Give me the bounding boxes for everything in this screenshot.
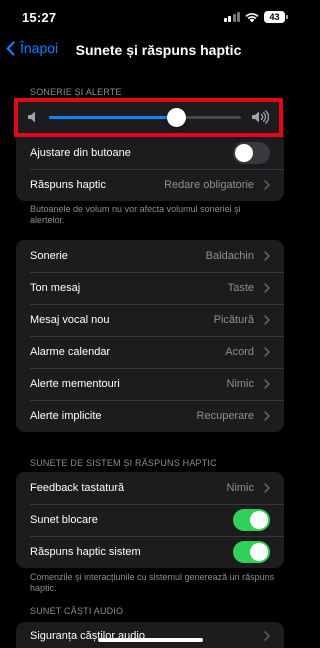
chevron-right-icon <box>260 315 274 325</box>
row-value: Picătură <box>213 314 254 326</box>
toggle-knob <box>250 511 268 529</box>
row-label: Ajustare din butoane <box>30 147 131 159</box>
row-label: Mesaj vocal nou <box>30 314 110 326</box>
chevron-right-icon <box>260 483 274 493</box>
row-system-haptics[interactable]: Răspuns haptic sistem <box>16 536 284 568</box>
row-default-alerts[interactable]: Alerte implicite Recuperare <box>16 400 284 432</box>
headphone-audio-group: Siguranța căștilor audio <box>16 622 284 648</box>
section-header-headphone-audio: SUNET CĂȘTI AUDIO <box>30 606 124 616</box>
row-lock-sound[interactable]: Sunet blocare <box>16 504 284 536</box>
chevron-right-icon <box>260 631 274 641</box>
row-label: Feedback tastatură <box>30 482 125 494</box>
row-value: Recuperare <box>196 410 254 422</box>
status-time: 15:27 <box>22 10 57 25</box>
system-footnote: Comenzile și interacțiunile cu sistemul … <box>30 572 275 593</box>
chevron-right-icon <box>260 411 274 421</box>
chevron-right-icon <box>260 180 274 190</box>
row-label: Răspuns haptic <box>30 179 106 191</box>
status-icons: 43 <box>223 11 288 23</box>
tones-group: Sonerie Baldachin Ton mesaj Taste Mesaj … <box>16 240 284 432</box>
row-value: Nimic <box>226 482 255 494</box>
row-text-tone[interactable]: Ton mesaj Taste <box>16 272 284 304</box>
row-label: Sunet blocare <box>30 514 98 526</box>
row-value: Nimic <box>226 378 255 390</box>
toggle-lock-sound[interactable] <box>233 509 270 531</box>
row-label: Alerte implicite <box>30 410 102 422</box>
row-value: Taste <box>227 282 254 294</box>
toggle-knob <box>250 543 268 561</box>
page-title: Sunete și răspuns haptic <box>75 42 242 58</box>
system-group: Feedback tastatură Nimic Sunet blocare R… <box>16 472 284 568</box>
toggle-adjust-with-buttons[interactable] <box>233 142 270 164</box>
status-bar: 15:27 43 <box>0 0 299 36</box>
highlight-box <box>14 98 283 137</box>
row-new-voicemail[interactable]: Mesaj vocal nou Picătură <box>16 304 284 336</box>
row-label: Sonerie <box>30 250 68 262</box>
cellular-signal-icon <box>223 12 240 22</box>
row-reminder-alerts[interactable]: Alerte mementouri Nimic <box>16 368 284 400</box>
row-label: Răspuns haptic sistem <box>30 546 141 558</box>
ringer-footnote: Butoanele de volum nu vor afecta volumul… <box>30 204 241 225</box>
row-value: Redare obligatorie <box>164 179 254 191</box>
row-adjust-with-buttons[interactable]: Ajustare din butoane <box>16 137 284 169</box>
section-header-ringer: SONERIE ȘI ALERTE <box>30 87 122 97</box>
row-keyboard-feedback[interactable]: Feedback tastatură Nimic <box>16 472 284 504</box>
section-header-system: SUNETE DE SISTEM ȘI RĂSPUNS HAPTIC <box>30 458 217 468</box>
toggle-system-haptics[interactable] <box>233 541 270 563</box>
row-headphone-safety[interactable]: Siguranța căștilor audio <box>16 622 284 648</box>
chevron-right-icon <box>260 251 274 261</box>
row-calendar-alerts[interactable]: Alarme calendar Acord <box>16 336 284 368</box>
row-ringtone[interactable]: Sonerie Baldachin <box>16 240 284 272</box>
row-value: Baldachin <box>205 250 254 262</box>
navigation-bar: Înapoi Sunete și răspuns haptic <box>0 36 299 66</box>
row-haptic-response[interactable]: Răspuns haptic Redare obligatorie <box>16 169 284 201</box>
wifi-icon <box>245 12 259 22</box>
chevron-right-icon <box>260 347 274 357</box>
chevron-right-icon <box>260 283 274 293</box>
chevron-right-icon <box>260 379 274 389</box>
row-label: Alarme calendar <box>30 346 111 358</box>
row-label: Alerte mementouri <box>30 378 120 390</box>
row-label: Ton mesaj <box>30 282 81 294</box>
home-indicator <box>98 638 203 642</box>
battery-icon: 43 <box>264 11 288 23</box>
toggle-knob <box>235 144 253 162</box>
row-value: Acord <box>225 346 254 358</box>
